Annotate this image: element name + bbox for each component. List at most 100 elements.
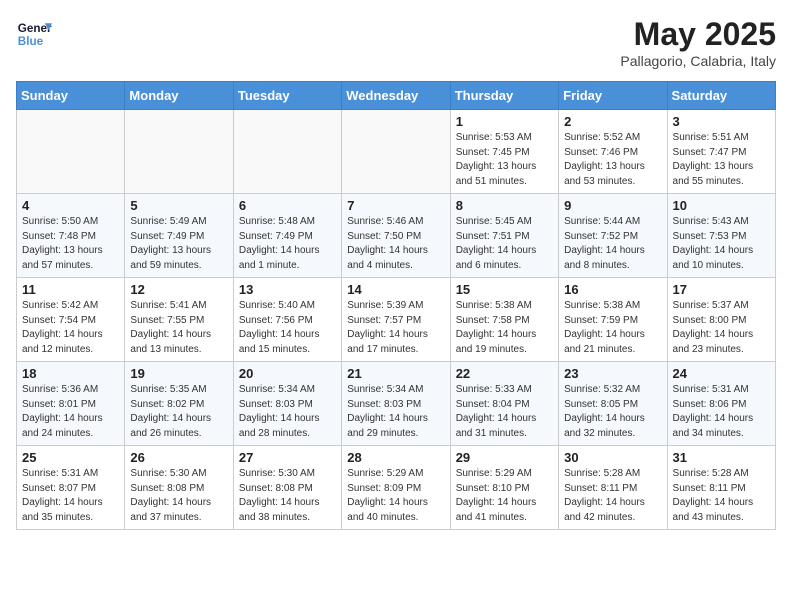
calendar-cell: 16Sunrise: 5:38 AM Sunset: 7:59 PM Dayli… [559, 278, 667, 362]
calendar-week-3: 11 Sunrise: 5:42 AM Sunset: 7:54 PM Dayli… [17, 278, 776, 362]
calendar-cell: 15Sunrise: 5:38 AM Sunset: 7:58 PM Dayli… [450, 278, 558, 362]
day-number: 30 [564, 450, 661, 465]
calendar-cell: 11 Sunrise: 5:42 AM Sunset: 7:54 PM Dayli… [17, 278, 125, 362]
day-number: 8 [456, 198, 553, 213]
calendar-cell: 1 Sunrise: 5:53 AM Sunset: 7:45 PM Daylig… [450, 110, 558, 194]
calendar-cell: 17 Sunrise: 5:37 AM Sunset: 8:00 PM Dayli… [667, 278, 775, 362]
day-info: Sunrise: 5:28 AM Sunset: 8:11 PM Dayligh… [564, 467, 661, 525]
page-header: General Blue May 2025 Pallagorio, Calabr… [16, 16, 776, 69]
logo-icon: General Blue [16, 16, 52, 52]
day-info: Sunrise: 5:35 AM Sunset: 8:02 PM Dayligh… [130, 383, 227, 441]
calendar-cell: 31 Sunrise: 5:28 AM Sunset: 8:11 PM Dayli… [667, 446, 775, 530]
day-info: Sunrise: 5:44 AM Sunset: 7:52 PM Dayligh… [564, 215, 661, 273]
calendar-week-2: 4 Sunrise: 5:50 AM Sunset: 7:48 PM Daylig… [17, 194, 776, 278]
day-number: 15 [456, 282, 553, 297]
day-number: 10 [673, 198, 770, 213]
calendar-cell: 19 Sunrise: 5:35 AM Sunset: 8:02 PM Dayli… [125, 362, 233, 446]
day-number: 11 [22, 282, 119, 297]
day-number: 9 [564, 198, 661, 213]
day-number: 29 [456, 450, 553, 465]
month-title: May 2025 [620, 16, 776, 53]
calendar-cell: 4 Sunrise: 5:50 AM Sunset: 7:48 PM Daylig… [17, 194, 125, 278]
day-info: Sunrise: 5:50 AM Sunset: 7:48 PM Dayligh… [22, 215, 119, 273]
calendar-cell: 9 Sunrise: 5:44 AM Sunset: 7:52 PM Daylig… [559, 194, 667, 278]
col-header-wednesday: Wednesday [342, 82, 450, 110]
col-header-tuesday: Tuesday [233, 82, 341, 110]
calendar-cell: 21 Sunrise: 5:34 AM Sunset: 8:03 PM Dayli… [342, 362, 450, 446]
day-info: Sunrise: 5:42 AM Sunset: 7:54 PM Dayligh… [22, 299, 119, 357]
day-info: Sunrise: 5:30 AM Sunset: 8:08 PM Dayligh… [239, 467, 336, 525]
day-number: 18 [22, 366, 119, 381]
col-header-sunday: Sunday [17, 82, 125, 110]
day-info: Sunrise: 5:32 AM Sunset: 8:05 PM Dayligh… [564, 383, 661, 441]
day-number: 27 [239, 450, 336, 465]
calendar-cell [233, 110, 341, 194]
location-subtitle: Pallagorio, Calabria, Italy [620, 53, 776, 69]
day-number: 25 [22, 450, 119, 465]
day-number: 21 [347, 366, 444, 381]
day-info: Sunrise: 5:33 AM Sunset: 8:04 PM Dayligh… [456, 383, 553, 441]
calendar-cell: 13 Sunrise: 5:40 AM Sunset: 7:56 PM Dayli… [233, 278, 341, 362]
day-info: Sunrise: 5:28 AM Sunset: 8:11 PM Dayligh… [673, 467, 770, 525]
calendar-cell: 28 Sunrise: 5:29 AM Sunset: 8:09 PM Dayli… [342, 446, 450, 530]
calendar-cell: 30 Sunrise: 5:28 AM Sunset: 8:11 PM Dayli… [559, 446, 667, 530]
col-header-monday: Monday [125, 82, 233, 110]
day-info: Sunrise: 5:38 AM Sunset: 7:59 PM Dayligh… [564, 299, 661, 357]
calendar-cell [17, 110, 125, 194]
day-number: 4 [22, 198, 119, 213]
calendar-cell: 12 Sunrise: 5:41 AM Sunset: 7:55 PM Dayli… [125, 278, 233, 362]
day-number: 14 [347, 282, 444, 297]
day-number: 20 [239, 366, 336, 381]
calendar-cell: 2Sunrise: 5:52 AM Sunset: 7:46 PM Daylig… [559, 110, 667, 194]
logo: General Blue [16, 16, 52, 52]
day-info: Sunrise: 5:41 AM Sunset: 7:55 PM Dayligh… [130, 299, 227, 357]
day-info: Sunrise: 5:53 AM Sunset: 7:45 PM Dayligh… [456, 131, 553, 189]
day-info: Sunrise: 5:46 AM Sunset: 7:50 PM Dayligh… [347, 215, 444, 273]
day-number: 3 [673, 114, 770, 129]
calendar-week-1: 1 Sunrise: 5:53 AM Sunset: 7:45 PM Daylig… [17, 110, 776, 194]
day-number: 13 [239, 282, 336, 297]
calendar-cell: 27 Sunrise: 5:30 AM Sunset: 8:08 PM Dayli… [233, 446, 341, 530]
calendar-cell: 25Sunrise: 5:31 AM Sunset: 8:07 PM Dayli… [17, 446, 125, 530]
title-block: May 2025 Pallagorio, Calabria, Italy [620, 16, 776, 69]
day-info: Sunrise: 5:36 AM Sunset: 8:01 PM Dayligh… [22, 383, 119, 441]
day-number: 12 [130, 282, 227, 297]
day-number: 28 [347, 450, 444, 465]
day-number: 31 [673, 450, 770, 465]
day-number: 1 [456, 114, 553, 129]
day-info: Sunrise: 5:45 AM Sunset: 7:51 PM Dayligh… [456, 215, 553, 273]
calendar-table: SundayMondayTuesdayWednesdayThursdayFrid… [16, 81, 776, 530]
day-info: Sunrise: 5:49 AM Sunset: 7:49 PM Dayligh… [130, 215, 227, 273]
calendar-cell: 23Sunrise: 5:32 AM Sunset: 8:05 PM Dayli… [559, 362, 667, 446]
day-info: Sunrise: 5:48 AM Sunset: 7:49 PM Dayligh… [239, 215, 336, 273]
day-info: Sunrise: 5:34 AM Sunset: 8:03 PM Dayligh… [347, 383, 444, 441]
day-number: 5 [130, 198, 227, 213]
day-info: Sunrise: 5:43 AM Sunset: 7:53 PM Dayligh… [673, 215, 770, 273]
day-number: 22 [456, 366, 553, 381]
day-info: Sunrise: 5:29 AM Sunset: 8:09 PM Dayligh… [347, 467, 444, 525]
day-info: Sunrise: 5:40 AM Sunset: 7:56 PM Dayligh… [239, 299, 336, 357]
calendar-cell: 10 Sunrise: 5:43 AM Sunset: 7:53 PM Dayli… [667, 194, 775, 278]
calendar-cell: 8 Sunrise: 5:45 AM Sunset: 7:51 PM Daylig… [450, 194, 558, 278]
day-info: Sunrise: 5:29 AM Sunset: 8:10 PM Dayligh… [456, 467, 553, 525]
calendar-week-4: 18 Sunrise: 5:36 AM Sunset: 8:01 PM Dayli… [17, 362, 776, 446]
calendar-cell: 3Sunrise: 5:51 AM Sunset: 7:47 PM Daylig… [667, 110, 775, 194]
calendar-cell: 22 Sunrise: 5:33 AM Sunset: 8:04 PM Dayli… [450, 362, 558, 446]
day-number: 6 [239, 198, 336, 213]
day-number: 19 [130, 366, 227, 381]
day-info: Sunrise: 5:39 AM Sunset: 7:57 PM Dayligh… [347, 299, 444, 357]
calendar-cell: 14 Sunrise: 5:39 AM Sunset: 7:57 PM Dayli… [342, 278, 450, 362]
day-info: Sunrise: 5:52 AM Sunset: 7:46 PM Dayligh… [564, 131, 661, 189]
day-number: 24 [673, 366, 770, 381]
calendar-cell [342, 110, 450, 194]
calendar-cell: 26Sunrise: 5:30 AM Sunset: 8:08 PM Dayli… [125, 446, 233, 530]
day-info: Sunrise: 5:37 AM Sunset: 8:00 PM Dayligh… [673, 299, 770, 357]
calendar-cell: 6 Sunrise: 5:48 AM Sunset: 7:49 PM Daylig… [233, 194, 341, 278]
day-number: 17 [673, 282, 770, 297]
calendar-cell: 20Sunrise: 5:34 AM Sunset: 8:03 PM Dayli… [233, 362, 341, 446]
col-header-thursday: Thursday [450, 82, 558, 110]
calendar-cell: 18 Sunrise: 5:36 AM Sunset: 8:01 PM Dayli… [17, 362, 125, 446]
calendar-cell: 24Sunrise: 5:31 AM Sunset: 8:06 PM Dayli… [667, 362, 775, 446]
calendar-cell [125, 110, 233, 194]
calendar-week-5: 25Sunrise: 5:31 AM Sunset: 8:07 PM Dayli… [17, 446, 776, 530]
